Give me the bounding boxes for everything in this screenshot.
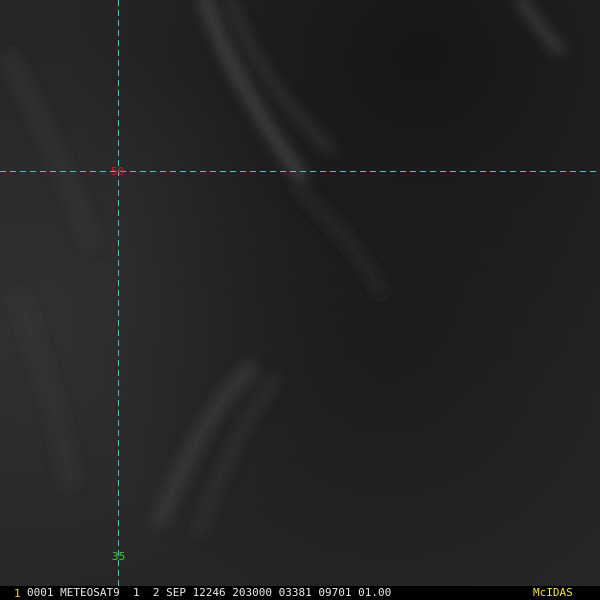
satellite-image-frame: 50 35 1 0001 METEOSAT9 1 2 SEP 12246 203… <box>0 0 600 600</box>
status-bar: 1 0001 METEOSAT9 1 2 SEP 12246 203000 03… <box>0 586 600 600</box>
longitude-label: 35 <box>112 550 126 563</box>
satellite-imagery <box>0 0 600 586</box>
image-info-text: 0001 METEOSAT9 1 2 SEP 12246 203000 0338… <box>27 586 392 599</box>
latitude-label: 50 <box>111 165 125 178</box>
mcidas-brand: McIDAS <box>533 586 573 599</box>
frame-number: 1 <box>14 587 21 600</box>
dark-region-center <box>0 0 600 586</box>
